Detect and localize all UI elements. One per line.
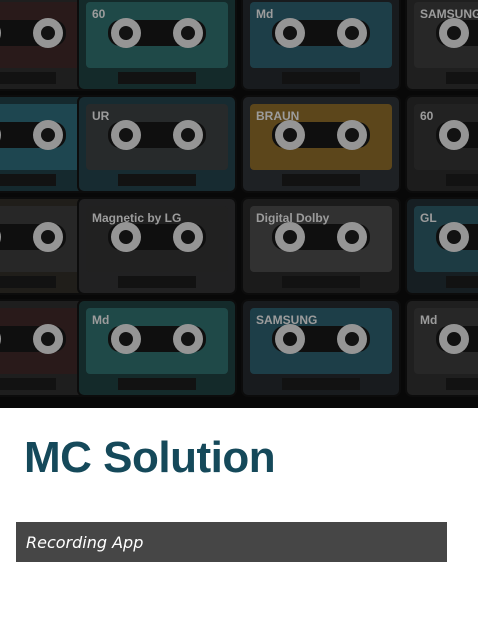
tagline-banner: Recording App bbox=[16, 522, 447, 562]
cassette-collage: GL60MdSAMSUNGMdURBRAUN60SMATMagnetic by … bbox=[0, 0, 478, 408]
hero-image-cassette-tapes: GL60MdSAMSUNGMdURBRAUN60SMATMagnetic by … bbox=[0, 0, 478, 408]
page-title: MC Solution bbox=[24, 433, 276, 482]
hero-dark-overlay bbox=[0, 0, 478, 408]
tagline-text: Recording App bbox=[26, 532, 144, 552]
